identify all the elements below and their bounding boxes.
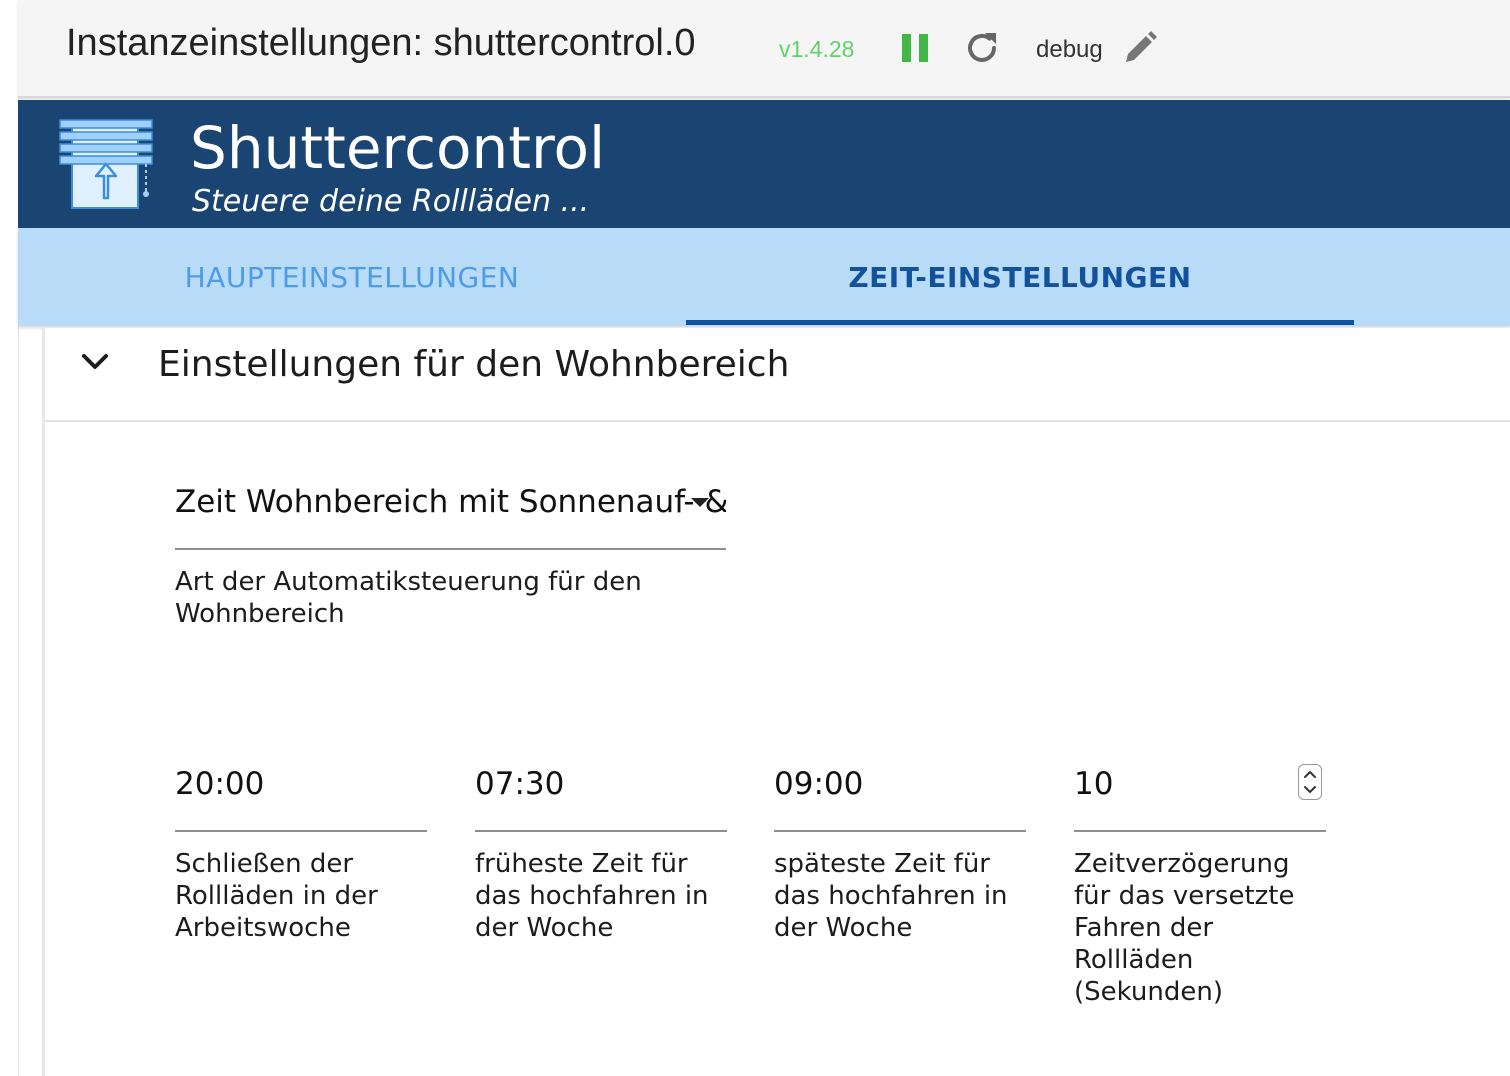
automation-type-value[interactable]: Zeit Wohnbereich mit Sonnenauf- & Sonnen… — [175, 484, 726, 520]
field-underline — [774, 830, 1026, 832]
dropdown-arrow-icon[interactable] — [691, 498, 709, 507]
section-title: Einstellungen für den Wohnbereich — [158, 344, 790, 385]
select-underline — [175, 548, 726, 550]
number-spinner[interactable] — [1298, 764, 1322, 800]
field-underline — [475, 830, 727, 832]
latest-up-time-field[interactable]: 09:00 späteste Zeit für das hochfahren i… — [774, 760, 1026, 1010]
section-header[interactable]: Einstellungen für den Wohnbereich — [45, 328, 1510, 422]
app-subtitle: Steuere deine Rollläden ... — [192, 184, 590, 219]
instance-topbar: Instanzeinstellungen: shuttercontrol.0 v… — [18, 0, 1510, 98]
earliest-up-time-field[interactable]: 07:30 früheste Zeit für das hochfahren i… — [475, 760, 727, 1010]
earliest-up-time-label: früheste Zeit für das hochfahren in der … — [475, 849, 709, 943]
active-tab-indicator — [686, 320, 1354, 325]
edit-icon[interactable] — [1122, 30, 1158, 66]
automation-type-select[interactable]: Zeit Wohnbereich mit Sonnenauf- & Sonnen… — [175, 478, 726, 638]
instance-title: Instanzeinstellungen: shuttercontrol.0 — [66, 22, 696, 64]
refresh-icon[interactable] — [962, 28, 1002, 68]
spinner-up-icon — [1304, 770, 1316, 778]
chevron-down-icon[interactable] — [79, 346, 111, 378]
pause-icon[interactable] — [902, 34, 928, 62]
tab-haupteinstellungen[interactable]: HAUPTEINSTELLUNGEN — [18, 228, 686, 326]
latest-up-time-input[interactable]: 09:00 — [774, 766, 863, 802]
field-underline — [175, 830, 427, 832]
automation-type-label: Art der Automatiksteuerung für den Wohnb… — [175, 567, 642, 629]
app-header: Shuttercontrol Steuere deine Rollläden .… — [18, 100, 1510, 228]
latest-up-time-label: späteste Zeit für das hochfahren in der … — [774, 849, 1008, 943]
delay-seconds-field[interactable]: 10 Zeitverzögerung für das versetzte Fah… — [1074, 760, 1326, 1010]
delay-seconds-input[interactable]: 10 — [1074, 766, 1113, 802]
tab-zeit-einstellungen[interactable]: ZEIT-EINSTELLUNGEN — [686, 228, 1354, 326]
delay-seconds-label: Zeitverzögerung für das versetzte Fahren… — [1074, 849, 1295, 1007]
field-underline — [1074, 830, 1326, 832]
earliest-up-time-input[interactable]: 07:30 — [475, 766, 564, 802]
close-time-label: Schließen der Rollläden in der Arbeitswo… — [175, 849, 378, 943]
app-name: Shuttercontrol — [190, 114, 606, 182]
tab-bar: HAUPTEINSTELLUNGEN ZEIT-EINSTELLUNGEN — [18, 228, 1510, 326]
close-time-field[interactable]: 20:00 Schließen der Rollläden in der Arb… — [175, 760, 427, 1010]
spinner-down-icon — [1304, 786, 1316, 794]
left-edge — [0, 0, 19, 1076]
shutter-logo-icon — [58, 118, 154, 212]
version-badge: v1.4.28 — [779, 36, 855, 62]
settings-panel: Einstellungen für den Wohnbereich Zeit W… — [42, 328, 1510, 1076]
loglevel-label: debug — [1036, 36, 1103, 63]
close-time-input[interactable]: 20:00 — [175, 766, 264, 802]
